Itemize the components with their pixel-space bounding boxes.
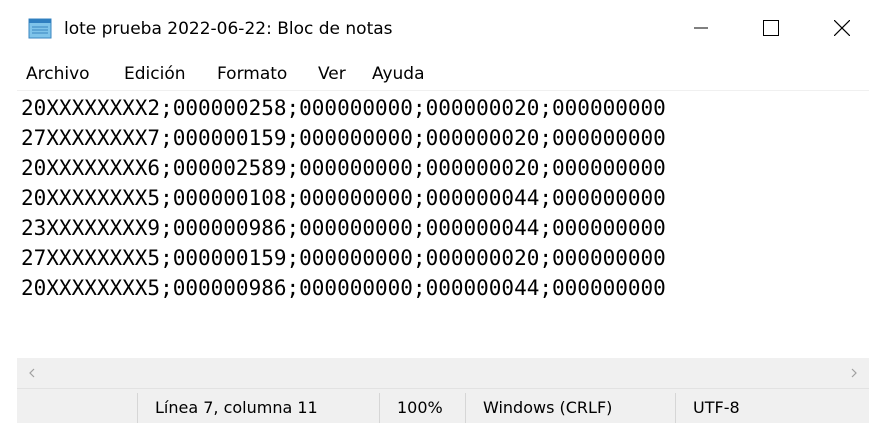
maximize-icon bbox=[763, 20, 779, 36]
notepad-window: lote prueba 2022-06-22: Bloc de notas Ar… bbox=[0, 0, 869, 423]
editor-line: 20XXXXXXXX6;000002589;000000000;00000002… bbox=[21, 156, 666, 180]
editor-line: 20XXXXXXXX2;000000258;000000000;00000002… bbox=[21, 96, 666, 120]
menu-ayuda[interactable]: Ayuda bbox=[372, 64, 425, 84]
window-title: lote prueba 2022-06-22: Bloc de notas bbox=[64, 19, 393, 39]
editor-line: 23XXXXXXXX9;000000986;000000000;00000004… bbox=[21, 216, 666, 240]
horizontal-scrollbar[interactable] bbox=[17, 358, 869, 388]
title-bar[interactable]: lote prueba 2022-06-22: Bloc de notas bbox=[0, 0, 869, 56]
status-divider bbox=[137, 393, 138, 423]
editor-line: 27XXXXXXXX7;000000159;000000000;00000002… bbox=[21, 126, 666, 150]
text-editor[interactable]: 20XXXXXXXX2;000000258;000000000;00000002… bbox=[17, 90, 869, 359]
status-cursor-position: Línea 7, columna 11 bbox=[155, 398, 318, 417]
editor-line: 27XXXXXXXX5;000000159;000000000;00000002… bbox=[21, 246, 666, 270]
status-divider bbox=[465, 393, 466, 423]
menu-ver[interactable]: Ver bbox=[318, 64, 346, 84]
editor-line: 20XXXXXXXX5;000000986;000000000;00000004… bbox=[21, 276, 666, 300]
status-divider bbox=[379, 393, 380, 423]
minimize-icon bbox=[694, 27, 708, 29]
window-left-edge bbox=[0, 90, 17, 423]
status-bar: Línea 7, columna 11 100% Windows (CRLF) … bbox=[17, 388, 869, 423]
chevron-left-icon bbox=[29, 368, 35, 378]
maximize-button[interactable] bbox=[738, 0, 804, 56]
menu-formato[interactable]: Formato bbox=[217, 64, 287, 84]
chevron-right-icon bbox=[851, 368, 857, 378]
editor-line: 20XXXXXXXX5;000000108;000000000;00000004… bbox=[21, 186, 666, 210]
status-line-ending: Windows (CRLF) bbox=[483, 398, 613, 417]
minimize-button[interactable] bbox=[668, 0, 734, 56]
menu-archivo[interactable]: Archivo bbox=[26, 64, 90, 84]
scroll-left-button[interactable] bbox=[17, 358, 47, 388]
status-encoding: UTF-8 bbox=[693, 398, 740, 417]
menu-bar: Archivo Edición Formato Ver Ayuda bbox=[0, 56, 869, 90]
notepad-app-icon bbox=[28, 18, 52, 39]
status-zoom: 100% bbox=[397, 398, 443, 417]
menu-edicion[interactable]: Edición bbox=[124, 64, 186, 84]
scroll-right-button[interactable] bbox=[839, 358, 869, 388]
close-button[interactable] bbox=[809, 0, 869, 56]
close-icon bbox=[834, 20, 850, 36]
status-divider bbox=[675, 393, 676, 423]
